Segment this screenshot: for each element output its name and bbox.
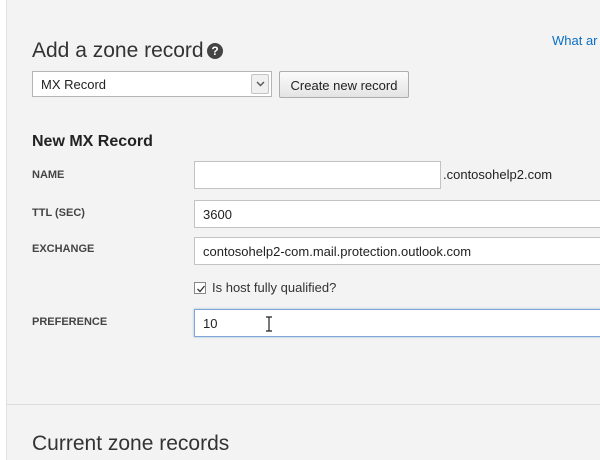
create-new-record-button[interactable]: Create new record bbox=[279, 71, 409, 98]
preference-input[interactable]: 10 bbox=[194, 309, 600, 337]
question-circle-icon[interactable]: ? bbox=[207, 43, 223, 59]
domain-suffix: .contosohelp2.com bbox=[443, 167, 553, 182]
host-qualified-label: Is host fully qualified? bbox=[212, 280, 337, 295]
preference-label: PREFERENCE bbox=[32, 316, 108, 328]
section-title: New MX Record bbox=[32, 133, 153, 150]
page-title: Add a zone record bbox=[32, 39, 204, 62]
chevron-down-icon[interactable] bbox=[251, 74, 269, 94]
record-type-value: MX Record bbox=[41, 77, 107, 92]
host-qualified-checkbox[interactable] bbox=[194, 282, 206, 294]
record-type-select[interactable]: MX Record bbox=[32, 71, 272, 97]
exchange-input[interactable]: contosohelp2-com.mail.protection.outlook… bbox=[194, 237, 600, 265]
name-label: NAME bbox=[32, 169, 65, 181]
help-link[interactable]: What ar bbox=[552, 33, 598, 48]
text-cursor-icon bbox=[265, 316, 273, 337]
exchange-label: EXCHANGE bbox=[32, 243, 95, 255]
current-records-title: Current zone records bbox=[32, 432, 230, 455]
name-input[interactable] bbox=[194, 161, 441, 189]
ttl-input[interactable]: 3600 bbox=[194, 200, 600, 228]
ttl-label: TTL (SEC) bbox=[32, 207, 85, 219]
